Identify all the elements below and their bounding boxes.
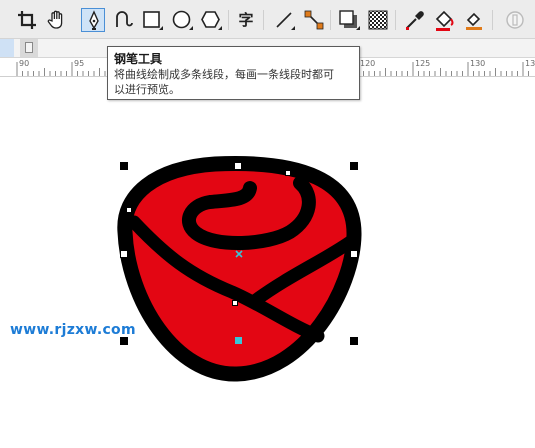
connector-tool-button[interactable]	[302, 8, 326, 32]
path-node[interactable]	[285, 170, 291, 176]
fill-tool-button[interactable]	[432, 8, 456, 32]
selection-handle[interactable]	[350, 250, 358, 258]
text-tool-button[interactable]: 字	[234, 8, 258, 32]
bspline-icon	[116, 11, 133, 27]
hand-icon	[47, 10, 63, 29]
transparency-icon	[368, 10, 388, 30]
more-tool-button[interactable]	[503, 8, 527, 32]
rose-drawing	[117, 156, 362, 382]
tooltip-description-line2: 以进行预览。	[114, 83, 180, 96]
selection-handle[interactable]	[120, 250, 128, 258]
path-node[interactable]	[126, 207, 132, 213]
drop-shadow-icon	[339, 10, 360, 30]
line-icon	[276, 12, 295, 30]
toolbar-separator	[395, 10, 396, 30]
smart-fill-tool-button[interactable]	[462, 8, 486, 32]
selection-handle[interactable]	[120, 337, 128, 345]
toolbar-separator	[228, 10, 229, 30]
selection-handle[interactable]	[350, 162, 358, 170]
smart-fill-icon	[466, 12, 482, 30]
connector-icon	[304, 10, 324, 30]
ellipse-icon	[172, 10, 193, 30]
text-icon: 字	[238, 11, 254, 29]
document-tab[interactable]	[20, 39, 38, 57]
toolbar-separator	[263, 10, 264, 30]
ruler-label: 95	[74, 59, 85, 68]
ruler-label: 135	[525, 59, 535, 68]
ruler-label: 130	[470, 59, 486, 68]
crop-tool-button[interactable]	[15, 8, 39, 32]
selection-handle[interactable]	[234, 162, 242, 170]
eyedropper-icon	[406, 11, 424, 30]
crop-icon	[18, 11, 36, 29]
eyedropper-tool-button[interactable]	[403, 8, 427, 32]
pen-nib-icon	[89, 10, 99, 30]
pan-tool-button[interactable]	[45, 8, 69, 32]
polygon-icon	[201, 11, 222, 30]
fill-bucket-icon	[435, 10, 454, 31]
watermark-text: www.rjzxw.com	[10, 322, 136, 338]
line-connector-tool-button[interactable]	[272, 8, 296, 32]
transparency-tool-button[interactable]	[366, 8, 390, 32]
drawing-canvas[interactable]	[0, 77, 535, 444]
bottom-center-handle[interactable]	[235, 337, 242, 344]
path-node[interactable]	[232, 300, 238, 306]
tooltip-title: 钢笔工具	[114, 52, 163, 66]
ellipse-tool-button[interactable]	[170, 8, 194, 32]
selection-handle[interactable]	[350, 337, 358, 345]
toolbar-separator	[492, 10, 493, 30]
selection-handle[interactable]	[120, 162, 128, 170]
drop-shadow-tool-button[interactable]	[337, 8, 361, 32]
ruler-label: 125	[415, 59, 431, 68]
tooltip-description-line1: 将曲线绘制成多条线段，每画一条线段时都可	[114, 68, 334, 81]
disabled-tool-icon	[506, 11, 524, 29]
ruler-label: 120	[360, 59, 376, 68]
pen-tool-button[interactable]	[81, 8, 105, 32]
toolbox: 字	[0, 0, 535, 39]
tab-bar-highlight	[0, 39, 14, 57]
toolbar-separator	[330, 10, 331, 30]
ruler-label: 90	[19, 59, 30, 68]
page-icon	[25, 42, 33, 53]
polygon-tool-button[interactable]	[199, 8, 223, 32]
rectangle-tool-button[interactable]	[140, 8, 164, 32]
bspline-tool-button[interactable]	[111, 8, 135, 32]
pen-tool-tooltip: 钢笔工具 将曲线绘制成多条线段，每画一条线段时都可 以进行预览。	[107, 46, 360, 100]
rectangle-icon	[143, 11, 163, 30]
